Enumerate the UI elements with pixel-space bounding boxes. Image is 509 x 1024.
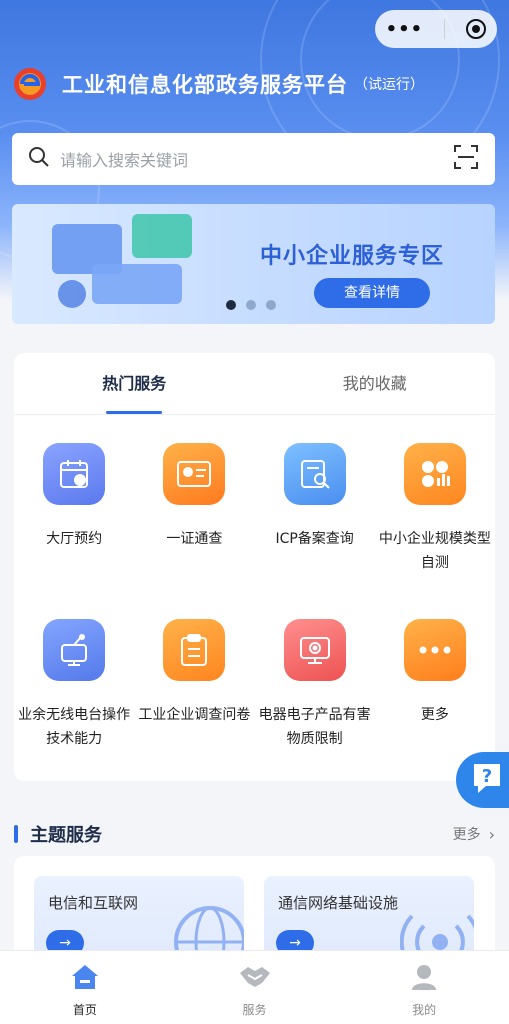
tab-label: 首页 bbox=[72, 1003, 97, 1017]
chevron-right-icon[interactable]: › bbox=[489, 825, 495, 844]
service-item-hazardous-substance[interactable]: 电器电子产品有害物质限制 bbox=[255, 619, 375, 751]
bottom-tab-bar: 首页 服务 我的 bbox=[0, 950, 509, 1024]
section-more-link[interactable]: 更多 bbox=[453, 824, 481, 844]
service-item-hall-booking[interactable]: 大厅预约 bbox=[14, 443, 134, 575]
calendar-icon bbox=[43, 443, 106, 505]
tabbar-services[interactable]: 服务 bbox=[170, 951, 340, 1024]
topic-label: 通信网络基础设施 bbox=[278, 894, 399, 912]
app-header: 工业和信息化部政务服务平台 （试运行） bbox=[12, 66, 424, 102]
service-label: 大厅预约 bbox=[46, 531, 103, 547]
banner-pager bbox=[226, 300, 276, 310]
mini-program-capsule: ••• bbox=[375, 10, 497, 48]
scan-icon[interactable] bbox=[453, 144, 479, 174]
tab-my-favorites[interactable]: 我的收藏 bbox=[255, 353, 496, 414]
tabbar-mine[interactable]: 我的 bbox=[339, 951, 509, 1024]
service-item-more[interactable]: 更多 bbox=[375, 619, 495, 751]
service-item-id-check[interactable]: 一证通查 bbox=[134, 443, 254, 575]
id-card-icon bbox=[163, 443, 226, 505]
topic-section-header: 主题服务 更多 › bbox=[14, 820, 495, 848]
help-chat-button[interactable]: ? bbox=[456, 752, 509, 808]
app-title: 工业和信息化部政务服务平台 bbox=[62, 73, 348, 97]
service-label: ICP备案查询 bbox=[275, 531, 354, 547]
promo-banner[interactable]: 中小企业服务专区 查看详情 bbox=[12, 204, 495, 324]
service-item-sme-selftest[interactable]: 中小企业规模类型自测 bbox=[375, 443, 495, 575]
chart-grid-icon bbox=[403, 443, 466, 505]
service-label: 业余无线电台操作技术能力 bbox=[18, 707, 131, 747]
search-icon bbox=[28, 146, 50, 172]
handshake-icon bbox=[238, 963, 272, 995]
service-label: 一证通查 bbox=[166, 531, 223, 547]
banner-details-button[interactable]: 查看详情 bbox=[314, 278, 430, 308]
radio-antenna-icon bbox=[43, 619, 106, 681]
user-icon bbox=[410, 963, 438, 995]
service-label: 中小企业规模类型自测 bbox=[378, 531, 491, 571]
topic-label: 电信和互联网 bbox=[48, 894, 139, 912]
service-item-industrial-survey[interactable]: 工业企业调查问卷 bbox=[134, 619, 254, 751]
pager-dot[interactable] bbox=[266, 300, 276, 310]
service-grid: 大厅预约 一证通查 ICP备案查询 中小企业规模类型自测 业余无线电台操作技术能… bbox=[14, 443, 495, 751]
more-dots-icon bbox=[403, 619, 466, 681]
service-label: 电器电子产品有害物质限制 bbox=[258, 707, 371, 747]
service-item-amateur-radio[interactable]: 业余无线电台操作技术能力 bbox=[14, 619, 134, 751]
service-card: 热门服务 我的收藏 大厅预约 一证通查 ICP备案查询 中小企业规模类型自测 业… bbox=[14, 353, 495, 781]
capsule-divider bbox=[444, 19, 446, 39]
target-icon[interactable] bbox=[466, 19, 487, 39]
section-accent-bar bbox=[14, 825, 18, 843]
banner-illustration bbox=[52, 214, 192, 308]
service-label: 更多 bbox=[420, 707, 449, 723]
hazard-monitor-icon bbox=[283, 619, 346, 681]
search-document-icon bbox=[283, 443, 346, 505]
search-placeholder: 请输入搜索关键词 bbox=[60, 151, 189, 170]
miit-logo-icon bbox=[12, 66, 48, 102]
section-title: 主题服务 bbox=[30, 825, 102, 846]
help-chat-icon: ? bbox=[470, 760, 504, 800]
service-label: 工业企业调查问卷 bbox=[138, 707, 251, 723]
banner-title: 中小企业服务专区 bbox=[260, 244, 445, 269]
tab-label: 我的 bbox=[412, 1003, 437, 1017]
tab-label: 服务 bbox=[242, 1003, 267, 1017]
pager-dot[interactable] bbox=[246, 300, 256, 310]
tab-hot-services[interactable]: 热门服务 bbox=[14, 353, 255, 414]
tabbar-home[interactable]: 首页 bbox=[0, 951, 170, 1024]
clipboard-icon bbox=[163, 619, 226, 681]
svg-text:?: ? bbox=[482, 766, 492, 787]
search-bar[interactable]: 请输入搜索关键词 bbox=[12, 133, 495, 185]
pager-dot[interactable] bbox=[226, 300, 236, 310]
service-tabs: 热门服务 我的收藏 bbox=[14, 353, 495, 415]
more-dots-icon[interactable]: ••• bbox=[386, 19, 424, 40]
service-item-icp-query[interactable]: ICP备案查询 bbox=[255, 443, 375, 575]
home-icon bbox=[70, 963, 100, 995]
app-subtitle: （试运行） bbox=[354, 77, 424, 93]
